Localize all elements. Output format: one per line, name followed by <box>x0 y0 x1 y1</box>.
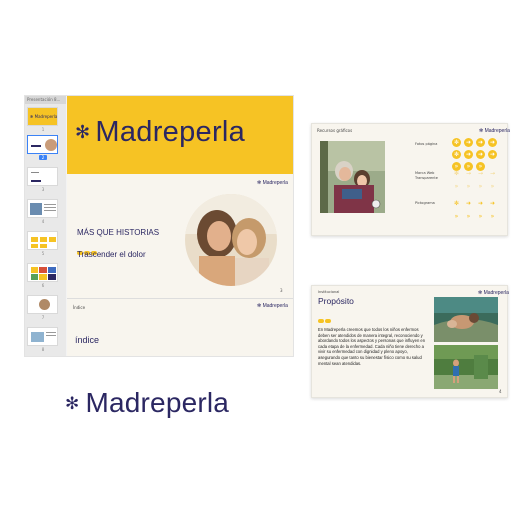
asterisk-icon: ✻ <box>452 150 461 159</box>
child-playing-photo <box>434 345 498 389</box>
slide-thumbnail[interactable] <box>27 295 58 314</box>
arrow-right-icon: ➜ <box>464 138 473 147</box>
index-title: índice <box>75 335 100 345</box>
arrow-right-icon: → <box>465 170 472 177</box>
double-chevron-icon: » <box>490 183 495 190</box>
hero-logo: ✻ Madreperla <box>257 180 288 186</box>
slide-number: 1 <box>41 127 45 132</box>
index-logo: ✻ Madreperla <box>257 303 288 309</box>
accent-dots <box>318 308 332 327</box>
double-chevron-icon: » <box>466 213 471 220</box>
asterisk-logo-icon: ✻ <box>65 394 80 413</box>
double-chevron-icon: » <box>490 213 495 220</box>
page-number: 3 <box>280 288 283 293</box>
cover-logo: ✻ Madreperla <box>75 116 245 149</box>
brand-logo: ✻ Madreperla <box>65 387 229 419</box>
slide-thumbnail[interactable] <box>27 135 58 154</box>
purpose-body: En Madreperla creemos que todos los niño… <box>318 327 426 366</box>
slide-number: 2 <box>39 155 47 160</box>
purpose-title: Propósito <box>318 296 354 306</box>
page-number: 4 <box>499 389 502 394</box>
slide-index[interactable]: Índice ✻ Madreperla índice <box>67 299 293 356</box>
arrow-right-icon: → <box>489 170 496 177</box>
double-chevron-icon: » <box>478 213 483 220</box>
slide-graphic-resources: Recursos gráficos ✻ Madreperla Fotos pág… <box>311 123 510 236</box>
purpose-kicker: Institucional <box>318 290 340 294</box>
purpose-logo: ✻ Madreperla <box>478 290 509 296</box>
slide-cover[interactable]: ✻ Madreperla <box>67 96 293 174</box>
resources-title: Recursos gráficos <box>317 128 353 133</box>
arrow-right-icon: ➜ <box>465 200 472 207</box>
hammock-photo <box>434 297 498 342</box>
slide-thumbnail[interactable] <box>27 199 58 218</box>
double-chevron-icon: » <box>454 183 459 190</box>
slide-thumbnail-panel: Presentación 8... ✻ Madreperla 1 2 3 4 5… <box>25 96 66 356</box>
presentation-editor: Presentación 8... ✻ Madreperla 1 2 3 4 5… <box>24 95 294 357</box>
arrow-right-icon: ➜ <box>477 200 484 207</box>
resources-logo: ✻ Madreperla <box>479 128 510 134</box>
hero-headline: MÁS QUE HISTORIAS <box>77 228 160 237</box>
slide-hero[interactable]: ✻ Madreperla MÁS QUE HISTORIAS Trascende… <box>67 174 293 299</box>
mother-child-photo <box>185 194 277 286</box>
arrow-right-icon: ➜ <box>488 150 497 159</box>
asterisk-logo-icon: ✻ <box>75 122 91 142</box>
icons-label-brand: Marca Web Transparente <box>415 171 438 180</box>
slide-thumbnail[interactable]: ✻ Madreperla <box>27 107 58 126</box>
icons-label-photos: Fotos página <box>415 142 438 146</box>
cover-brand-text: Madreperla <box>95 116 246 148</box>
slide-number: 4 <box>41 219 45 224</box>
asterisk-icon: ✻ <box>453 200 460 207</box>
document-title[interactable]: Presentación 8... <box>25 96 66 104</box>
index-label: Índice <box>73 305 86 310</box>
arrow-right-icon: → <box>477 170 484 177</box>
asterisk-icon: ✻ <box>453 170 460 177</box>
slide-number: 5 <box>41 251 45 256</box>
slide-thumbnail[interactable] <box>27 167 58 186</box>
arrow-right-icon: ➜ <box>488 138 497 147</box>
asterisk-icon: ✻ <box>452 138 461 147</box>
brand-logo-text: Madreperla <box>85 387 230 418</box>
arrow-right-icon: ➜ <box>489 200 496 207</box>
slide-thumbnail[interactable] <box>27 231 58 250</box>
arrow-right-icon: ➜ <box>476 138 485 147</box>
slide-number: 8 <box>41 347 45 352</box>
grandmother-child-photo <box>320 141 385 213</box>
slide-number: 6 <box>41 283 45 288</box>
arrow-right-icon: ➜ <box>464 150 473 159</box>
slide-number: 7 <box>41 315 45 320</box>
icons-label-pictogram: Pictograma <box>415 201 435 205</box>
double-chevron-icon: » <box>466 183 471 190</box>
hero-subline: Trascender el dolor <box>77 250 146 259</box>
double-chevron-icon: » <box>454 213 459 220</box>
slide-purpose: Institucional ✻ Madreperla Propósito En … <box>311 285 509 398</box>
arrow-right-icon: ➜ <box>476 150 485 159</box>
slide-thumbnail[interactable] <box>27 263 58 282</box>
slide-number: 3 <box>41 187 45 192</box>
slide-thumbnail[interactable] <box>27 327 58 346</box>
double-chevron-icon: » <box>478 183 483 190</box>
